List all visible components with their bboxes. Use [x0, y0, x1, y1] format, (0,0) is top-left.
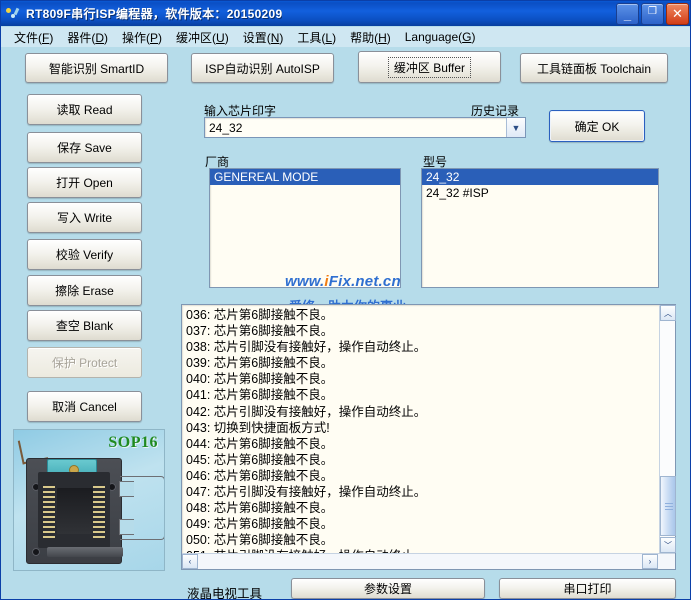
save-button-label: 保存 Save: [57, 141, 112, 155]
log-line: 048: 芯片第6脚接触不良。: [186, 501, 334, 516]
log-panel: 036: 芯片第6脚接触不良。 037: 芯片第6脚接触不良。 038: 芯片引脚没…: [181, 304, 676, 570]
vendor-listbox[interactable]: GENEREAL MODE: [209, 168, 401, 288]
menu-item-器件[interactable]: 器件(D): [60, 27, 115, 48]
socket-body: [26, 458, 123, 564]
window-controls: _ ❐ ✕: [616, 3, 689, 25]
maximize-button[interactable]: ❐: [641, 3, 664, 25]
vendor-list-item[interactable]: GENEREAL MODE: [210, 169, 400, 185]
ok-label: 确定 OK: [574, 119, 620, 134]
scroll-right-icon[interactable]: ›: [642, 554, 658, 569]
menu-item-工具[interactable]: 工具(L): [290, 27, 343, 48]
params-settings-button[interactable]: 参数设置: [291, 578, 485, 599]
chevron-down-icon[interactable]: ▼: [506, 118, 525, 137]
package-label: SOP16: [108, 434, 158, 451]
open-button-label: 打开 Open: [56, 176, 113, 190]
chipname-combobox[interactable]: 24_32 ▼: [204, 117, 526, 138]
socket-clip: [119, 476, 164, 540]
protect-button-label: 保护 Protect: [51, 356, 118, 370]
socket-cavity: [38, 472, 110, 548]
toolchain-button[interactable]: 工具链面板 Toolchain: [520, 53, 668, 83]
vscroll-thumb[interactable]: [660, 476, 676, 536]
save-button[interactable]: 保存 Save: [27, 132, 142, 163]
log-horizontal-scrollbar[interactable]: ‹ ›: [182, 553, 675, 569]
smartid-label: 智能识别 SmartID: [48, 61, 145, 76]
write-button-label: 写入 Write: [56, 211, 113, 225]
ok-button[interactable]: 确定 OK: [549, 110, 645, 142]
write-button[interactable]: 写入 Write: [27, 202, 142, 233]
log-line: 041: 芯片第6脚接触不良。: [186, 388, 334, 403]
log-line: 050: 芯片第6脚接触不良。: [186, 533, 334, 548]
log-line: 049: 芯片第6脚接触不良。: [186, 517, 334, 532]
erase-button-label: 擦除 Erase: [55, 284, 114, 298]
log-line: 044: 芯片第6脚接触不良。: [186, 436, 334, 451]
socket-adapter-image: SOP16: [13, 429, 165, 571]
log-line: 039: 芯片第6脚接触不良。: [186, 356, 334, 371]
log-line: 036: 芯片第6脚接触不良。: [186, 308, 334, 322]
log-line: 047: 芯片引脚没有接触好，操作自动终止。: [186, 485, 427, 500]
cancel-button[interactable]: 取消 Cancel: [27, 391, 142, 422]
log-line: 046: 芯片第6脚接触不良。: [186, 468, 334, 483]
log-line: 042: 芯片引脚没有接触好，操作自动终止。: [186, 404, 427, 419]
application-window: RT809F串行ISP编程器，软件版本：20150209 _ ❐ ✕ 文件(F)…: [0, 0, 691, 600]
cancel-button-label: 取消 Cancel: [52, 400, 117, 414]
read-button[interactable]: 读取 Read: [27, 94, 142, 125]
title-bar: RT809F串行ISP编程器，软件版本：20150209 _ ❐ ✕: [1, 1, 690, 26]
log-line: 037: 芯片第6脚接触不良。: [186, 324, 334, 339]
verify-button[interactable]: 校验 Verify: [27, 239, 142, 270]
scroll-left-icon[interactable]: ‹: [182, 554, 198, 569]
serial-print-button[interactable]: 串口打印: [499, 578, 676, 599]
scroll-down-icon[interactable]: ﹀: [660, 537, 676, 553]
lcd-tool-label[interactable]: 液晶电视工具: [187, 583, 262, 599]
minimize-button[interactable]: _: [616, 3, 639, 25]
log-line: 040: 芯片第6脚接触不良。: [186, 372, 334, 387]
programmer-icon: [5, 6, 21, 22]
model-list-item[interactable]: 24_32 #ISP: [422, 185, 658, 201]
buffer-label: 缓冲区 Buffer: [387, 56, 472, 78]
open-button[interactable]: 打开 Open: [27, 167, 142, 198]
menu-item-文件[interactable]: 文件(F): [7, 27, 60, 48]
toolchain-label: 工具链面板 Toolchain: [536, 61, 652, 76]
blank-button[interactable]: 查空 Blank: [27, 310, 142, 341]
buffer-button[interactable]: 缓冲区 Buffer: [358, 51, 501, 83]
params-settings-label: 参数设置: [363, 582, 412, 596]
scroll-up-icon[interactable]: ︿: [660, 305, 676, 321]
read-button-label: 读取 Read: [56, 103, 113, 117]
erase-button[interactable]: 擦除 Erase: [27, 275, 142, 306]
blank-button-label: 查空 Blank: [55, 319, 114, 333]
model-listbox[interactable]: 24_32 24_32 #ISP: [421, 168, 659, 288]
close-icon: ✕: [672, 6, 683, 21]
smartid-button[interactable]: 智能识别 SmartID: [25, 53, 168, 83]
log-vertical-scrollbar[interactable]: ︿ ﹀: [659, 305, 676, 553]
menu-item-设置[interactable]: 设置(N): [236, 27, 291, 48]
menu-item-缓冲区[interactable]: 缓冲区(U): [169, 27, 236, 48]
log-line: 038: 芯片引脚没有接触好，操作自动终止。: [186, 340, 427, 355]
autoisp-label: ISP自动识别 AutoISP: [205, 61, 320, 76]
menu-item-帮助[interactable]: 帮助(H): [343, 27, 398, 48]
close-button[interactable]: ✕: [666, 3, 689, 25]
window-title: RT809F串行ISP编程器，软件版本：20150209: [26, 7, 283, 21]
log-text[interactable]: 036: 芯片第6脚接触不良。 037: 芯片第6脚接触不良。 038: 芯片引脚没…: [182, 305, 658, 553]
serial-print-label: 串口打印: [563, 582, 612, 596]
menu-item-操作[interactable]: 操作(P): [115, 27, 169, 48]
chip-in-socket: [57, 488, 93, 534]
verify-button-label: 校验 Verify: [55, 248, 114, 262]
model-list-item[interactable]: 24_32: [422, 169, 658, 185]
menu-bar: 文件(F) 器件(D) 操作(P) 缓冲区(U) 设置(N) 工具(L) 帮助(H) Lang…: [1, 27, 690, 47]
protect-button: 保护 Protect: [27, 347, 142, 378]
chipname-input[interactable]: 24_32: [209, 121, 506, 135]
log-line: 045: 芯片第6脚接触不良。: [186, 452, 334, 467]
minimize-icon: _: [623, 7, 632, 22]
log-line: 043: 切换到快捷面板方式!: [186, 420, 330, 435]
autoisp-button[interactable]: ISP自动识别 AutoISP: [191, 53, 334, 83]
menu-item-Language[interactable]: Language(G): [398, 28, 483, 46]
maximize-icon: ❐: [648, 6, 657, 17]
